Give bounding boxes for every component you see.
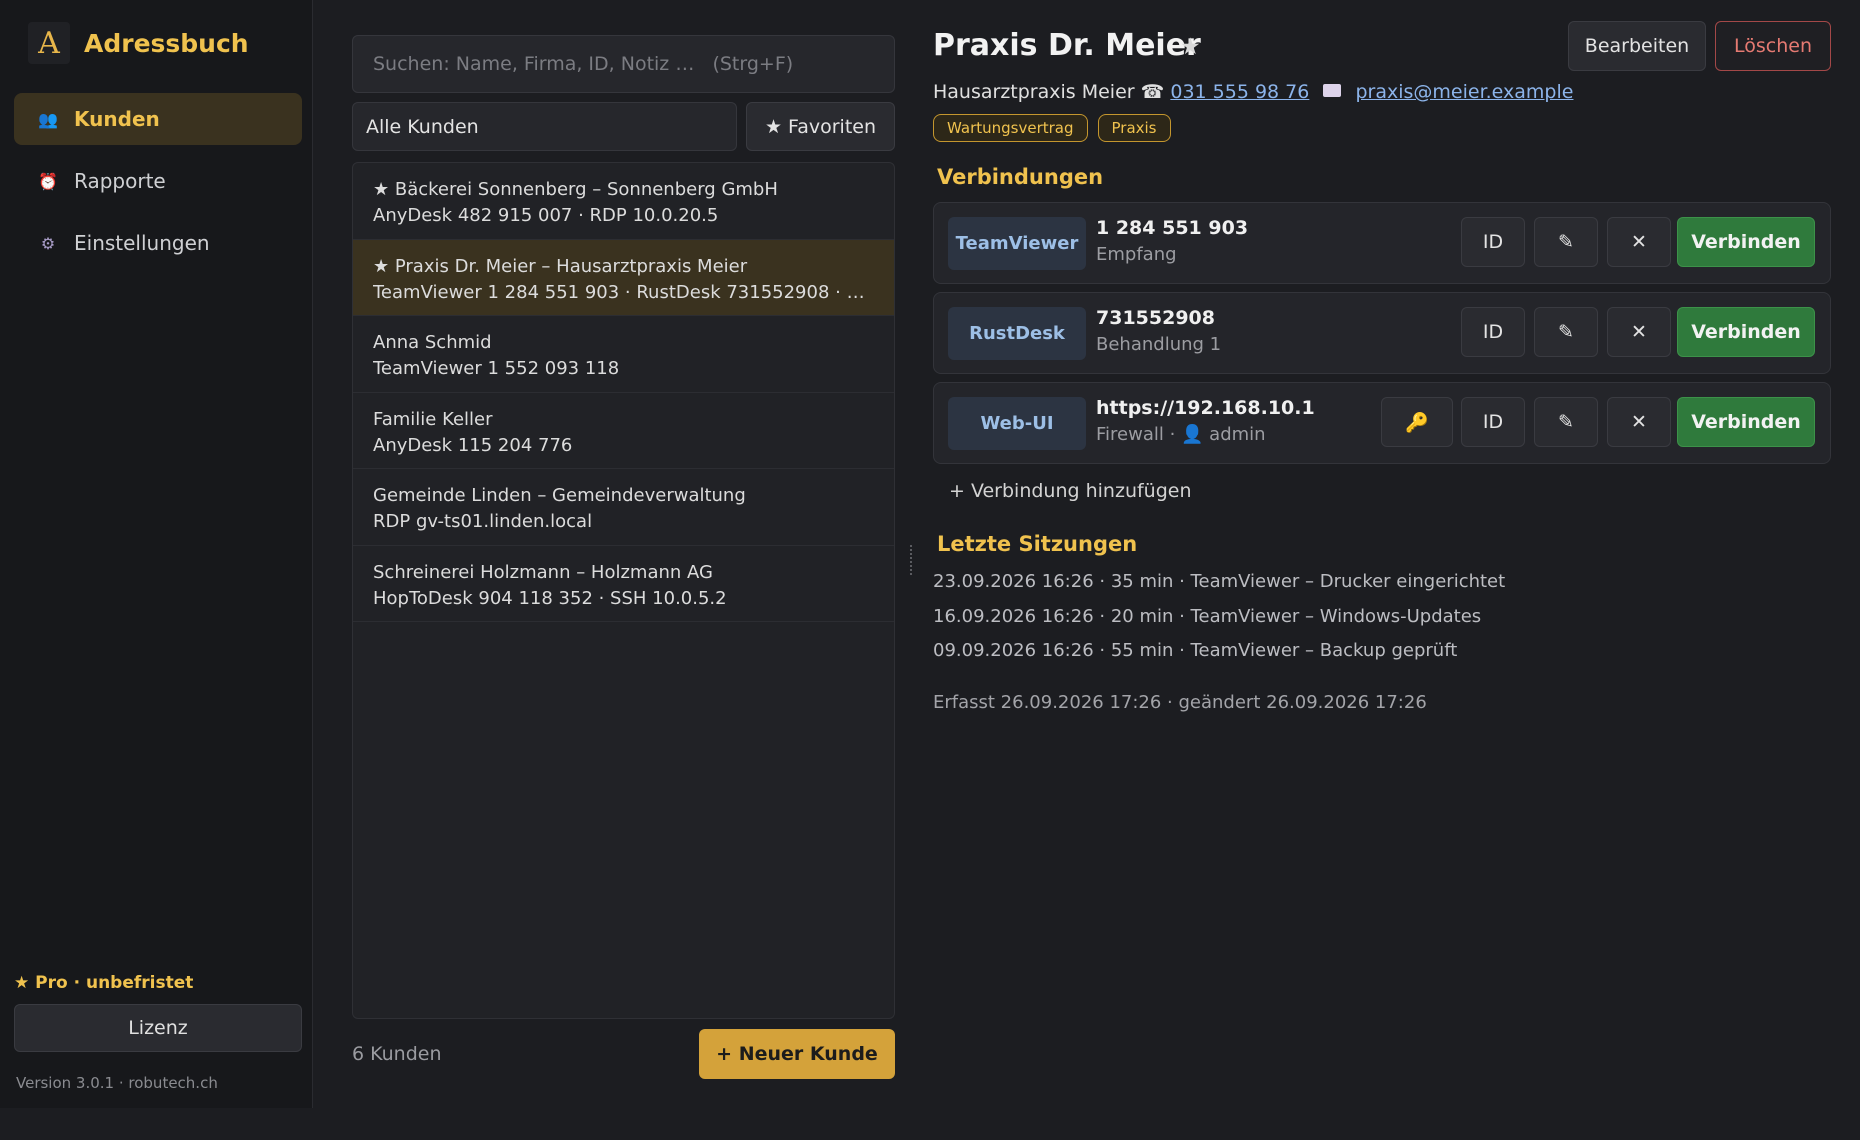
key-icon[interactable]: 🔑 — [1381, 397, 1453, 447]
customer-list: ★ Bäckerei Sonnenberg – Sonnenberg GmbH … — [352, 162, 895, 1019]
connection-label: Behandlung 1 — [1096, 334, 1222, 355]
contact-line: Hausarztpraxis Meier ☎ 031 555 98 76 pra… — [933, 81, 1573, 103]
customer-filter-select[interactable]: Alle Kunden — [352, 102, 737, 151]
edit-pencil-icon[interactable]: ✎ — [1534, 307, 1598, 357]
session-row: 16.09.2026 16:26 · 20 min · TeamViewer –… — [933, 606, 1482, 627]
connection-label: Empfang — [1096, 244, 1177, 265]
connection-card-rustdesk: RustDesk 731552908 Behandlung 1 ID ✎ ✕ V… — [933, 292, 1831, 374]
connect-button[interactable]: Verbinden — [1677, 217, 1815, 267]
edit-button[interactable]: Bearbeiten — [1568, 21, 1706, 71]
alarm-clock-icon: ⏰ — [38, 171, 58, 191]
list-item-selected[interactable]: ★ Praxis Dr. Meier – Hausarztpraxis Meie… — [353, 239, 894, 316]
connection-type-badge: TeamViewer — [948, 217, 1086, 270]
copy-id-button[interactable]: ID — [1461, 217, 1525, 267]
sidebar-item-rapporte[interactable]: ⏰ Rapporte — [14, 155, 302, 207]
session-row: 23.09.2026 16:26 · 35 min · TeamViewer –… — [933, 571, 1506, 592]
search-input[interactable] — [352, 35, 895, 93]
window-bottom-edge — [0, 1108, 1860, 1140]
customer-connections: TeamViewer 1 552 093 118 — [373, 358, 620, 379]
delete-button[interactable]: Löschen — [1715, 21, 1831, 71]
logo: A Adressbuch — [28, 22, 249, 64]
list-item[interactable]: Schreinerei Holzmann – Holzmann AG HopTo… — [353, 546, 894, 622]
connection-card-teamviewer: TeamViewer 1 284 551 903 Empfang ID ✎ ✕ … — [933, 202, 1831, 284]
sidebar-item-label: Kunden — [74, 107, 160, 131]
customer-connections: TeamViewer 1 284 551 903 · RustDesk 7315… — [373, 281, 874, 303]
sidebar-nav: 👥 Kunden ⏰ Rapporte ⚙ Einstellungen — [14, 93, 302, 279]
remove-x-icon[interactable]: ✕ — [1607, 397, 1671, 447]
list-item[interactable]: ★ Bäckerei Sonnenberg – Sonnenberg GmbH … — [353, 163, 894, 240]
customer-count: 6 Kunden — [352, 1043, 442, 1065]
customer-connections: AnyDesk 482 915 007 · RDP 10.0.20.5 — [373, 205, 719, 226]
session-row: 09.09.2026 16:26 · 55 min · TeamViewer –… — [933, 640, 1458, 661]
mail-icon — [1323, 84, 1342, 97]
gear-icon: ⚙ — [40, 233, 56, 253]
app-title: Adressbuch — [84, 28, 249, 58]
customer-name: Anna Schmid — [373, 332, 492, 353]
sidebar: A Adressbuch 👥 Kunden ⏰ Rapporte ⚙ Einst… — [0, 0, 313, 1108]
connect-button[interactable]: Verbinden — [1677, 397, 1815, 447]
edit-pencil-icon[interactable]: ✎ — [1534, 217, 1598, 267]
add-connection-button[interactable]: + Verbindung hinzufügen — [949, 480, 1192, 502]
customer-connections: RDP gv-ts01.linden.local — [373, 511, 593, 532]
connection-type-badge: Web-UI — [948, 397, 1086, 450]
copy-id-button[interactable]: ID — [1461, 307, 1525, 357]
customer-name: ★ Bäckerei Sonnenberg – Sonnenberg GmbH — [373, 179, 778, 200]
sidebar-item-label: Rapporte — [74, 169, 166, 193]
edit-pencil-icon[interactable]: ✎ — [1534, 397, 1598, 447]
list-item[interactable]: Anna Schmid TeamViewer 1 552 093 118 — [353, 316, 894, 393]
tag-list: Wartungsvertrag Praxis — [933, 114, 1181, 142]
list-item[interactable]: Gemeinde Linden – Gemeindeverwaltung RDP… — [353, 469, 894, 546]
phone-link[interactable]: 031 555 98 76 — [1170, 81, 1309, 103]
list-item[interactable]: Familie Keller AnyDesk 115 204 776 — [353, 393, 894, 469]
tag-badge: Wartungsvertrag — [933, 114, 1088, 142]
logo-mark: A — [28, 22, 70, 64]
version-label: Version 3.0.1 · robutech.ch — [16, 1074, 218, 1092]
app-window: A Adressbuch 👥 Kunden ⏰ Rapporte ⚙ Einst… — [0, 0, 1860, 1108]
customer-name: ★ Praxis Dr. Meier – Hausarztpraxis Meie… — [373, 255, 748, 277]
connection-card-webui: Web-UI https://192.168.10.1 Firewall · 👤… — [933, 382, 1831, 464]
connection-label: Firewall · 👤 admin — [1096, 424, 1266, 445]
customer-connections: HopToDesk 904 118 352 · SSH 10.0.5.2 — [373, 587, 727, 609]
connect-button[interactable]: Verbinden — [1677, 307, 1815, 357]
connections-heading: Verbindungen — [937, 165, 1104, 189]
new-customer-button[interactable]: + Neuer Kunde — [699, 1029, 895, 1079]
customer-name: Familie Keller — [373, 408, 493, 430]
sidebar-item-einstellungen[interactable]: ⚙ Einstellungen — [14, 217, 302, 269]
license-button[interactable]: Lizenz — [14, 1004, 302, 1052]
connection-id: 731552908 — [1096, 307, 1215, 329]
copy-id-button[interactable]: ID — [1461, 397, 1525, 447]
record-meta: Erfasst 26.09.2026 17:26 · geändert 26.0… — [933, 692, 1427, 713]
sessions-heading: Letzte Sitzungen — [937, 532, 1138, 556]
tag-badge: Praxis — [1097, 114, 1171, 142]
favorite-star-icon[interactable]: ★ — [1180, 34, 1201, 60]
remove-x-icon[interactable]: ✕ — [1607, 307, 1671, 357]
users-icon: 👥 — [38, 109, 58, 129]
pane-splitter-handle[interactable] — [910, 545, 916, 575]
phone-icon: ☎ — [1140, 81, 1165, 103]
company-name: Hausarztpraxis Meier — [933, 81, 1135, 103]
favorites-button[interactable]: ★ Favoriten — [746, 102, 895, 151]
remove-x-icon[interactable]: ✕ — [1607, 217, 1671, 267]
license-status: ★ Pro · unbefristet — [14, 973, 194, 993]
connection-id: 1 284 551 903 — [1096, 217, 1249, 239]
customer-name: Gemeinde Linden – Gemeindeverwaltung — [373, 485, 746, 506]
connection-url: https://192.168.10.1 — [1096, 397, 1315, 419]
customer-connections: AnyDesk 115 204 776 — [373, 434, 573, 456]
sidebar-item-kunden[interactable]: 👥 Kunden — [14, 93, 302, 145]
detail-title: Praxis Dr. Meier — [933, 28, 1201, 63]
connection-type-badge: RustDesk — [948, 307, 1086, 360]
customer-name: Schreinerei Holzmann – Holzmann AG — [373, 561, 713, 583]
email-link[interactable]: praxis@meier.example — [1355, 81, 1573, 103]
sidebar-item-label: Einstellungen — [74, 231, 210, 255]
